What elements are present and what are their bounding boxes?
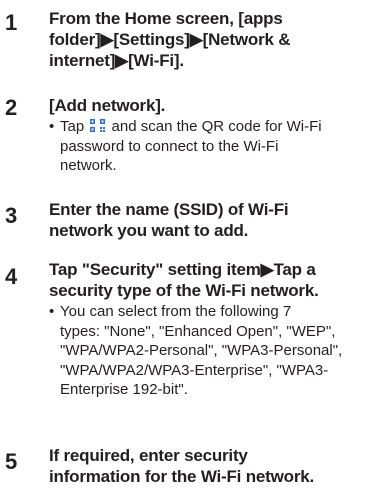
note-line: Enterprise 192-bit". xyxy=(60,381,188,398)
step-content: [Add network]. • Tap and scan the QR cod… xyxy=(49,95,371,176)
step-title: [Add network]. xyxy=(49,95,371,116)
bullet: • xyxy=(49,118,55,135)
step-note: • Tap and scan the QR code for Wi-Fi pas… xyxy=(49,117,371,176)
instruction-page: 1 From the Home screen, [apps folder]▶[S… xyxy=(0,0,380,500)
step-title: If required, enter security information … xyxy=(49,445,371,487)
step-title-line: information for the Wi-Fi network. xyxy=(49,467,315,486)
note-line: You can select from the following 7 xyxy=(60,303,292,320)
step-title-line: Tap "Security" setting item▶Tap a xyxy=(49,260,316,279)
step-title: Tap "Security" setting item▶Tap a securi… xyxy=(49,259,371,301)
step-title-line: [Add network]. xyxy=(49,96,166,115)
step-number: 1 xyxy=(5,10,18,35)
note-line: types: "None", "Enhanced Open", "WEP", xyxy=(60,322,336,340)
note-line: "WPA/WPA2-Personal", "WPA3-Personal", xyxy=(60,342,343,359)
note-line: password to connect to the Wi-Fi xyxy=(60,137,279,155)
step-content: Enter the name (SSID) of Wi-Fi network y… xyxy=(49,199,371,241)
step-content: From the Home screen, [apps folder]▶[Set… xyxy=(49,8,371,71)
step-number: 5 xyxy=(5,449,18,474)
bullet: • xyxy=(49,303,55,320)
step-content: If required, enter security information … xyxy=(49,445,371,487)
step-title-line: Enter the name (SSID) of Wi-Fi xyxy=(49,200,289,219)
step-title-line: network you want to add. xyxy=(49,221,249,240)
step-title-line: internet]▶[Wi-Fi]. xyxy=(49,51,184,70)
step-title: Enter the name (SSID) of Wi-Fi network y… xyxy=(49,199,371,241)
step-number: 3 xyxy=(5,203,18,228)
step-title-line: folder]▶[Settings]▶[Network & xyxy=(49,30,291,49)
step-title-line: security type of the Wi-Fi network. xyxy=(49,281,319,300)
step-note: • You can select from the following 7 ty… xyxy=(49,302,371,400)
step-number: 4 xyxy=(5,264,18,289)
note-line: "WPA/WPA2/WPA3-Enterprise", "WPA3- xyxy=(60,361,329,379)
step-title: From the Home screen, [apps folder]▶[Set… xyxy=(49,8,371,71)
note-text: Tap xyxy=(60,118,89,135)
step-number: 2 xyxy=(5,95,18,120)
note-line: Tap and scan the QR code for Wi-Fi xyxy=(60,117,371,137)
step-title-line: If required, enter security xyxy=(49,446,248,465)
note-line: network. xyxy=(60,157,117,174)
step-content: Tap "Security" setting item▶Tap a securi… xyxy=(49,259,371,400)
note-text: and scan the QR code for Wi-Fi xyxy=(107,118,322,135)
qr-scan-icon xyxy=(89,118,106,133)
step-title-line: From the Home screen, [apps xyxy=(49,9,283,28)
